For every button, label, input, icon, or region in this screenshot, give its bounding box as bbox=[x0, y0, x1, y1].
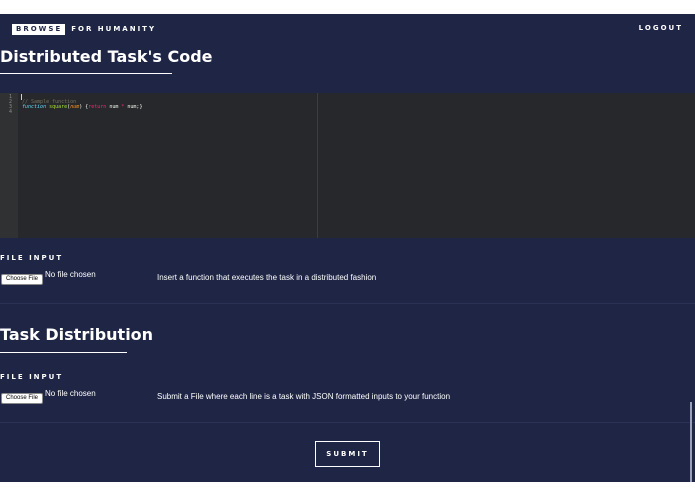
choose-file-button[interactable]: Choose File bbox=[1, 274, 43, 285]
brand-logo[interactable]: BROWSE FOR HUMANITY bbox=[12, 24, 156, 35]
section-divider bbox=[0, 422, 695, 423]
scrollbar[interactable] bbox=[690, 402, 692, 482]
tasks-file-hint: Submit a File where each line is a task … bbox=[157, 392, 451, 401]
code-keyword-return: return bbox=[88, 104, 107, 110]
brand-tagline: FOR HUMANITY bbox=[71, 25, 157, 33]
code-expression-a: num bbox=[106, 104, 122, 110]
submit-button[interactable]: SUBMIT bbox=[315, 441, 380, 467]
code-paren-close: ) { bbox=[79, 104, 89, 110]
file-input-label: FILE INPUT bbox=[0, 254, 64, 262]
distribution-title-underline bbox=[0, 352, 127, 353]
top-bar: BROWSE FOR HUMANITY LOGOUT bbox=[0, 14, 695, 42]
function-file-hint: Insert a function that executes the task… bbox=[157, 273, 377, 282]
code-parameter: num bbox=[70, 104, 80, 110]
code-title-underline bbox=[0, 73, 172, 74]
distribution-section-title: Task Distribution bbox=[0, 325, 154, 344]
code-expression-b: num;} bbox=[124, 104, 143, 110]
file-status-text: No file chosen bbox=[45, 389, 96, 398]
line-number: 4 bbox=[9, 109, 13, 115]
code-function-name: square bbox=[49, 104, 68, 110]
editor-gutter: 1 2 3 4 bbox=[0, 93, 18, 238]
brand-box-text: BROWSE bbox=[12, 24, 66, 35]
code-section-title: Distributed Task's Code bbox=[0, 47, 213, 66]
file-input-label: FILE INPUT bbox=[0, 373, 64, 381]
choose-file-button[interactable]: Choose File bbox=[1, 393, 43, 404]
editor-print-margin bbox=[317, 93, 318, 238]
logout-link[interactable]: LOGOUT bbox=[639, 24, 683, 33]
code-keyword-function: function bbox=[22, 104, 47, 110]
page: BROWSE FOR HUMANITY LOGOUT Distributed T… bbox=[0, 14, 695, 482]
code-line-function: function square(num) {return num * num;} bbox=[22, 105, 142, 110]
section-divider bbox=[0, 303, 695, 304]
code-editor[interactable]: 1 2 3 4 // Sample function function squa… bbox=[0, 93, 695, 238]
file-status-text: No file chosen bbox=[45, 270, 96, 279]
